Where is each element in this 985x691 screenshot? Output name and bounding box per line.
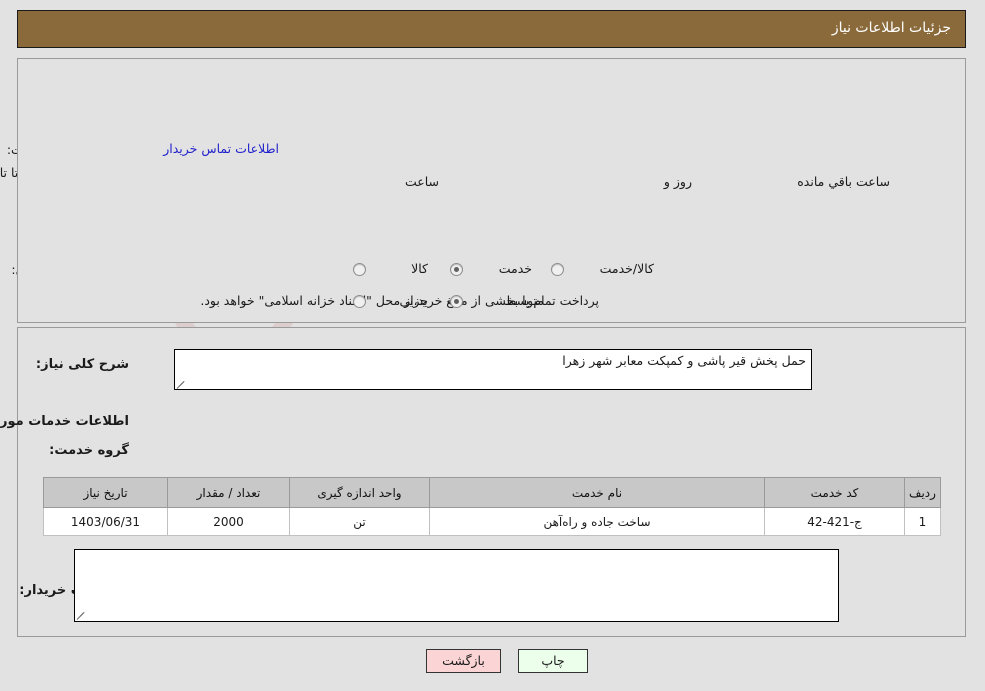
cell-need-date: 1403/06/31 bbox=[44, 507, 169, 536]
general-description-label: شرح کلی نیاز: bbox=[36, 357, 130, 372]
need-info-panel bbox=[18, 58, 967, 323]
radio-category-service-label: خدمت bbox=[499, 261, 533, 276]
table-header-row: ردیف کد خدمت نام خدمت واحد اندازه گیری ت… bbox=[44, 477, 942, 508]
cell-unit: تن bbox=[290, 507, 431, 536]
remaining-days-label: روز و bbox=[664, 174, 693, 189]
deadline-hour-label: ساعت bbox=[405, 174, 440, 189]
page-header-bar: جزئیات اطلاعات نیاز bbox=[18, 10, 967, 48]
services-table-wrapper: ردیف کد خدمت نام خدمت واحد اندازه گیری ت… bbox=[44, 477, 942, 536]
print-button[interactable]: چاپ bbox=[519, 649, 589, 673]
col-unit: واحد اندازه گیری bbox=[290, 477, 431, 508]
col-index: ردیف bbox=[905, 477, 942, 508]
cell-quantity: 2000 bbox=[168, 507, 291, 536]
general-description-value: حمل پخش قیر پاشی و کمپکت معابر شهر زهرا bbox=[175, 349, 813, 390]
service-group-label: گروه خدمت: bbox=[50, 443, 130, 458]
services-section-heading: اطلاعات خدمات مورد نیاز bbox=[0, 414, 130, 429]
cell-service-code: ج-421-42 bbox=[765, 507, 906, 536]
table-row: 1 ج-421-42 ساخت جاده و راه‌آهن تن 2000 1… bbox=[44, 507, 942, 536]
radio-process-minor[interactable] bbox=[354, 295, 367, 308]
radio-category-goods-service-label: کالا/خدمت bbox=[600, 261, 655, 276]
radio-category-service[interactable] bbox=[451, 263, 464, 276]
radio-category-goods-label: کالا bbox=[412, 261, 429, 276]
page-title: جزئیات اطلاعات نیاز bbox=[832, 20, 952, 36]
cell-service-name: ساخت جاده و راه‌آهن bbox=[430, 507, 766, 536]
services-table: ردیف کد خدمت نام خدمت واحد اندازه گیری ت… bbox=[44, 477, 942, 536]
cell-index: 1 bbox=[905, 507, 942, 536]
col-service-name: نام خدمت bbox=[430, 477, 766, 508]
radio-category-goods[interactable] bbox=[354, 263, 367, 276]
radio-category-goods-service[interactable] bbox=[552, 263, 565, 276]
radio-process-minor-label: جزیی bbox=[400, 293, 429, 308]
buyer-notes-value bbox=[75, 549, 840, 622]
remaining-time-label: ساعت باقي مانده bbox=[798, 174, 891, 189]
buyer-contact-link[interactable]: اطلاعات تماس خریدار bbox=[164, 141, 280, 156]
radio-process-medium[interactable] bbox=[451, 295, 464, 308]
col-need-date: تاریخ نیاز bbox=[44, 477, 169, 508]
col-service-code: کد خدمت bbox=[765, 477, 906, 508]
col-quantity: تعداد / مقدار bbox=[168, 477, 291, 508]
back-button[interactable]: بازگشت bbox=[427, 649, 502, 673]
radio-process-medium-label: متوسط bbox=[505, 293, 545, 308]
